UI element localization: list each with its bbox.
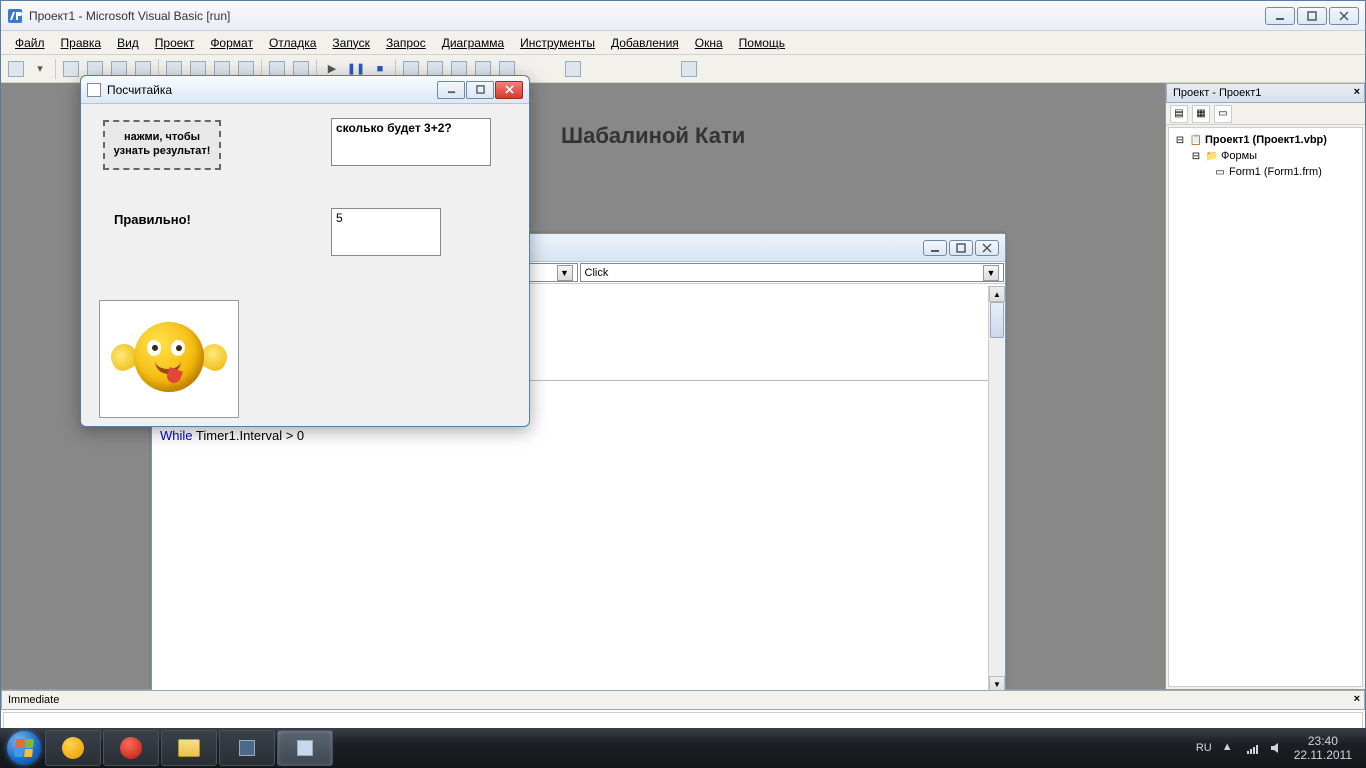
menu-addins[interactable]: Добавления [603,34,687,52]
tree-folder-label: Формы [1221,150,1257,162]
tree-root-label: Проект1 (Проект1.vbp) [1205,134,1327,146]
code-close-button[interactable] [975,240,999,256]
scroll-thumb[interactable] [990,302,1004,338]
code-vertical-scrollbar[interactable]: ▲ ▼ [988,286,1005,692]
clock-time: 23:40 [1294,734,1352,748]
view-object-button[interactable]: ▦ [1192,105,1210,123]
tool-misc-1[interactable] [562,58,584,80]
tool-new[interactable] [5,58,27,80]
code-maximize-button[interactable] [949,240,973,256]
clock-date: 22.11.2011 [1294,748,1352,762]
main-window-controls [1265,7,1359,25]
tree-root[interactable]: ⊟ 📋 Проект1 (Проект1.vbp) [1173,132,1358,148]
taskbar[interactable]: RU ▲ 23:40 22.11.2011 [0,728,1366,768]
dialog-titlebar[interactable]: Посчитайка [81,76,529,104]
system-tray[interactable]: RU ▲ 23:40 22.11.2011 [1186,734,1362,763]
chevron-down-icon[interactable]: ▼ [557,265,573,281]
dialog-icon [87,83,101,97]
taskbar-app-1[interactable] [45,730,101,766]
project-explorer-panel: Проект - Проект1 × ▤ ▦ ▭ ⊟ 📋 Проект1 (Пр… [1165,83,1365,689]
expand-minus-icon[interactable]: ⊟ [1173,133,1187,147]
minimize-button[interactable] [1265,7,1295,25]
project-icon: 📋 [1189,133,1203,147]
project-panel-title[interactable]: Проект - Проект1 × [1166,83,1365,103]
tray-clock[interactable]: 23:40 22.11.2011 [1294,734,1352,763]
folder-icon: 📁 [1205,149,1219,163]
app-icon [7,8,23,24]
main-titlebar[interactable]: Проект1 - Microsoft Visual Basic [run] [1,1,1365,31]
menu-format[interactable]: Формат [202,34,261,52]
taskbar-app-explorer[interactable] [161,730,217,766]
menu-file[interactable]: Файл [7,34,53,52]
taskbar-app-4[interactable] [219,730,275,766]
menubar[interactable]: Файл Правка Вид Проект Формат Отладка За… [1,31,1365,55]
dialog-title: Посчитайка [107,83,437,97]
tool-misc-2[interactable] [678,58,700,80]
chevron-down-icon[interactable]: ▼ [983,265,999,281]
immediate-title[interactable]: Immediate × [1,690,1365,710]
form-icon: ▭ [1213,165,1227,179]
dialog-body: нажми, чтобы узнать результат! сколько б… [81,104,529,426]
dialog-maximize-button[interactable] [466,81,494,99]
dialog-close-button[interactable] [495,81,523,99]
tree-folder[interactable]: ⊟ 📁 Формы [1173,148,1358,164]
start-button[interactable] [4,728,44,768]
tool-dropdown[interactable]: ▾ [29,58,51,80]
tray-flag-icon[interactable]: ▲ [1222,741,1236,755]
tree-form-item[interactable]: ▭ Form1 (Form1.frm) [1173,164,1358,180]
question-textbox[interactable]: сколько будет 3+2? [331,118,491,166]
menu-project[interactable]: Проект [147,34,203,52]
tree-form-label: Form1 (Form1.frm) [1229,166,1322,178]
main-title: Проект1 - Microsoft Visual Basic [run] [29,9,1265,23]
view-code-button[interactable]: ▤ [1170,105,1188,123]
menu-edit[interactable]: Правка [53,34,110,52]
tray-network-icon[interactable] [1246,741,1260,755]
menu-window[interactable]: Окна [687,34,731,52]
procedure-dropdown[interactable]: Click▼ [580,263,1005,282]
project-panel-title-text: Проект - Проект1 [1173,87,1261,99]
language-indicator[interactable]: RU [1196,742,1212,754]
menu-diagram[interactable]: Диаграмма [434,34,512,52]
menu-view[interactable]: Вид [109,34,147,52]
taskbar-app-vb[interactable] [277,730,333,766]
menu-run[interactable]: Запуск [324,34,378,52]
author-heading: Шабалиной Кати [561,123,745,149]
menu-tools[interactable]: Инструменты [512,34,603,52]
tool-add-form[interactable] [60,58,82,80]
maximize-button[interactable] [1297,7,1327,25]
panel-close-icon[interactable]: × [1354,86,1360,98]
toggle-folders-button[interactable]: ▭ [1214,105,1232,123]
smiley-image [99,300,239,418]
taskbar-app-opera[interactable] [103,730,159,766]
expand-minus-icon[interactable]: ⊟ [1189,149,1203,163]
answer-textbox[interactable]: 5 [331,208,441,256]
check-result-button[interactable]: нажми, чтобы узнать результат! [103,120,221,170]
panel-close-icon[interactable]: × [1354,693,1360,705]
close-button[interactable] [1329,7,1359,25]
scroll-up-arrow[interactable]: ▲ [989,286,1005,302]
separator [55,59,56,79]
project-tree[interactable]: ⊟ 📋 Проект1 (Проект1.vbp) ⊟ 📁 Формы ▭ Fo… [1168,127,1363,687]
result-label: Правильно! [114,212,191,227]
immediate-title-text: Immediate [8,694,59,706]
smiley-icon [119,314,219,404]
code-minimize-button[interactable] [923,240,947,256]
tray-volume-icon[interactable] [1270,741,1284,755]
menu-help[interactable]: Помощь [731,34,793,52]
runtime-dialog[interactable]: Посчитайка нажми, чтобы узнать результат… [80,75,530,427]
menu-debug[interactable]: Отладка [261,34,324,52]
menu-query[interactable]: Запрос [378,34,434,52]
project-panel-toolbar: ▤ ▦ ▭ [1166,103,1365,125]
dialog-minimize-button[interactable] [437,81,465,99]
